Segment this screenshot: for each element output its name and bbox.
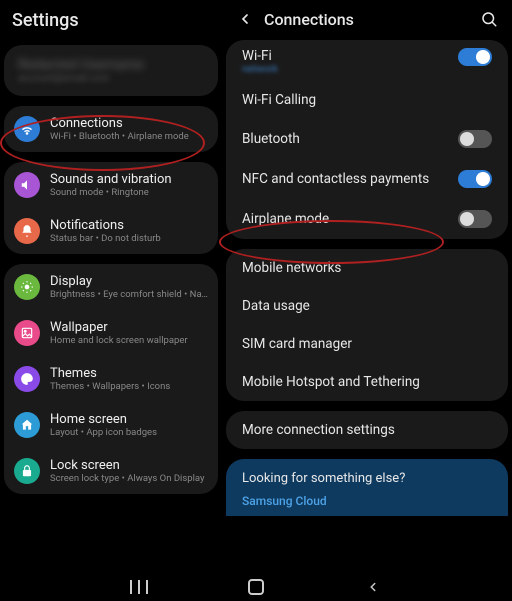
back-nav-button[interactable]: [361, 575, 385, 599]
item-title: Notifications: [50, 218, 161, 233]
conn-item-bluetooth[interactable]: Bluetooth: [226, 119, 508, 159]
conn-item-hotspot[interactable]: Mobile Hotspot and Tethering: [226, 363, 508, 401]
suggest-link-samsung-cloud[interactable]: Samsung Cloud: [242, 494, 492, 508]
settings-item-lockscreen[interactable]: Lock screen Screen lock type • Always On…: [4, 448, 218, 494]
wifi-label: Wi-Fi: [242, 48, 458, 64]
connections-group-3: More connection settings: [226, 411, 508, 449]
item-sub: Wi-Fi • Bluetooth • Airplane mode: [50, 131, 189, 142]
item-sub: Screen lock type • Always On Display: [50, 473, 205, 484]
item-title: Display: [50, 274, 208, 289]
conn-item-sim[interactable]: SIM card manager: [226, 325, 508, 363]
item-title: Themes: [50, 366, 170, 381]
connections-header: Connections: [222, 0, 512, 40]
profile-name: Redacted Username: [18, 57, 204, 73]
item-title: Lock screen: [50, 458, 205, 473]
settings-group-2: Sounds and vibration Sound mode • Ringto…: [4, 162, 218, 254]
item-sub: Themes • Wallpapers • Icons: [50, 381, 170, 392]
settings-item-notifications[interactable]: Notifications Status bar • Do not distur…: [4, 208, 218, 254]
item-title: Connections: [50, 116, 189, 131]
settings-title: Settings: [0, 0, 222, 45]
conn-item-wifi-calling[interactable]: Wi-Fi Calling: [226, 81, 508, 119]
item-title: Wallpaper: [50, 320, 188, 335]
conn-item-more-settings[interactable]: More connection settings: [226, 411, 508, 449]
item-sub: Sound mode • Ringtone: [50, 187, 172, 198]
profile-card[interactable]: Redacted Username account@email.com: [4, 45, 218, 96]
lock-icon: [14, 458, 40, 484]
item-sub: Layout • App icon badges: [50, 427, 157, 438]
nfc-toggle[interactable]: [458, 170, 492, 188]
wifi-network-name: network: [242, 64, 458, 75]
settings-group-connections: Connections Wi-Fi • Bluetooth • Airplane…: [4, 106, 218, 152]
settings-item-homescreen[interactable]: Home screen Layout • App icon badges: [4, 402, 218, 448]
connections-panel: Connections Wi-Fi network Wi-Fi Calling …: [222, 0, 512, 601]
conn-item-data-usage[interactable]: Data usage: [226, 287, 508, 325]
themes-icon: [14, 366, 40, 392]
suggestion-card: Looking for something else? Samsung Clou…: [226, 459, 508, 516]
wifi-icon: [14, 116, 40, 142]
home-icon: [14, 412, 40, 438]
settings-item-sounds[interactable]: Sounds and vibration Sound mode • Ringto…: [4, 162, 218, 208]
system-nav-bar: [0, 573, 512, 601]
settings-panel: Settings Redacted Username account@email…: [0, 0, 222, 601]
airplane-toggle[interactable]: [458, 210, 492, 228]
item-title: Sounds and vibration: [50, 172, 172, 187]
conn-item-airplane[interactable]: Airplane mode: [226, 199, 508, 239]
conn-item-nfc[interactable]: NFC and contactless payments: [226, 159, 508, 199]
item-sub: Brightness • Eye comfort shield • Navi: [50, 289, 208, 300]
item-sub: Home and lock screen wallpaper: [50, 335, 188, 346]
suggest-title: Looking for something else?: [242, 471, 492, 486]
home-button[interactable]: [244, 575, 268, 599]
settings-item-wallpaper[interactable]: Wallpaper Home and lock screen wallpaper: [4, 310, 218, 356]
wallpaper-icon: [14, 320, 40, 346]
display-icon: [14, 274, 40, 300]
settings-group-3: Display Brightness • Eye comfort shield …: [4, 264, 218, 494]
sound-icon: [14, 172, 40, 198]
settings-item-themes[interactable]: Themes Themes • Wallpapers • Icons: [4, 356, 218, 402]
connections-title: Connections: [264, 10, 478, 29]
settings-item-display[interactable]: Display Brightness • Eye comfort shield …: [4, 264, 218, 310]
settings-item-connections[interactable]: Connections Wi-Fi • Bluetooth • Airplane…: [4, 106, 218, 152]
profile-email: account@email.com: [18, 73, 204, 84]
back-button[interactable]: [234, 8, 256, 30]
connections-group-1: Wi-Fi network Wi-Fi Calling Bluetooth NF…: [226, 40, 508, 239]
search-button[interactable]: [478, 8, 500, 30]
wifi-toggle[interactable]: [458, 48, 492, 66]
item-sub: Status bar • Do not disturb: [50, 233, 161, 244]
bell-icon: [14, 218, 40, 244]
conn-item-mobile-networks[interactable]: Mobile networks: [226, 249, 508, 287]
recent-apps-button[interactable]: [127, 575, 151, 599]
conn-item-wifi[interactable]: Wi-Fi network: [226, 40, 508, 81]
bluetooth-toggle[interactable]: [458, 130, 492, 148]
item-title: Home screen: [50, 412, 157, 427]
connections-group-2: Mobile networks Data usage SIM card mana…: [226, 249, 508, 401]
